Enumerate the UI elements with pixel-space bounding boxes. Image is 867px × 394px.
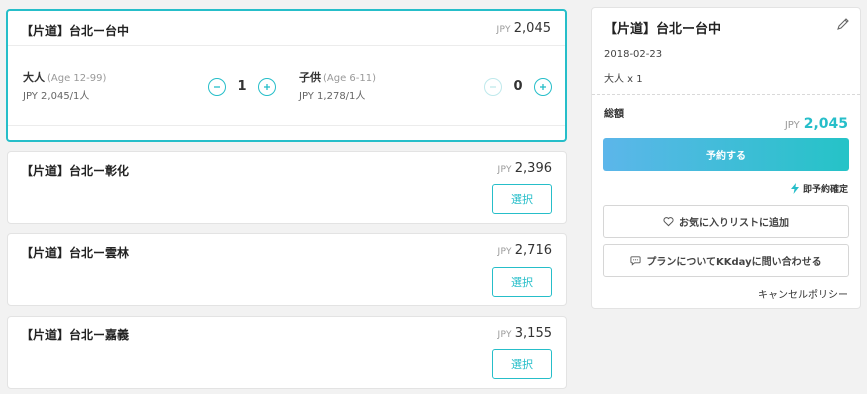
wishlist-button[interactable]: お気に入りリストに追加 xyxy=(603,205,849,238)
total-value: 2,045 xyxy=(803,116,848,132)
option-title: 【片道】台北ー彰化 xyxy=(21,164,130,178)
total-label: 総額 xyxy=(604,109,624,120)
adult-quantity: 1 xyxy=(237,79,247,94)
minus-circle-icon xyxy=(214,86,220,88)
option-title: 【片道】台北ー台中 xyxy=(21,24,130,38)
lightning-icon xyxy=(790,183,799,194)
option-title: 【片道】台北ー嘉義 xyxy=(21,328,130,342)
currency-label: JPY xyxy=(497,247,512,257)
child-quantity: 0 xyxy=(513,79,523,94)
contact-button[interactable]: プランについてKKdayに問い合わせる xyxy=(603,244,849,277)
chat-icon xyxy=(630,256,641,266)
divider xyxy=(8,125,565,126)
price-value: 2,045 xyxy=(513,21,551,36)
booking-summary-panel: 【片道】台北ー台中 2018-02-23 大人 x 1 総額 JPY 2,045 … xyxy=(591,7,861,309)
instant-confirm-badge: 即予約確定 xyxy=(790,182,848,195)
currency-label: JPY xyxy=(784,120,800,131)
price-value: 2,396 xyxy=(514,161,552,176)
adult-unit-price: JPY 2,045/1人 xyxy=(23,91,90,102)
instant-confirm-label: 即予約確定 xyxy=(802,185,848,195)
currency-label: JPY xyxy=(496,25,511,35)
plus-circle-icon xyxy=(264,84,270,90)
minus-circle-icon xyxy=(490,86,496,88)
currency-label: JPY xyxy=(497,330,512,340)
option-card-yunlin: 【片道】台北ー雲林 JPY 2,716 選択 xyxy=(7,233,567,306)
heart-icon xyxy=(663,217,674,227)
option-card-chiayi: 【片道】台北ー嘉義 JPY 3,155 選択 xyxy=(7,316,567,389)
divider xyxy=(8,45,565,46)
option-title: 【片道】台北ー雲林 xyxy=(21,246,130,260)
total-price: JPY 2,045 xyxy=(785,116,848,132)
contact-label: プランについてKKdayに問い合わせる xyxy=(646,257,822,268)
child-label-text: 子供 xyxy=(299,71,321,84)
summary-title: 【片道】台北ー台中 xyxy=(604,22,722,37)
divider xyxy=(592,94,860,95)
option-price: JPY 2,716 xyxy=(497,243,552,258)
currency-label: JPY xyxy=(497,165,512,175)
option-price: JPY 2,396 xyxy=(497,161,552,176)
child-age: (Age 6-11) xyxy=(323,73,377,84)
pencil-icon[interactable] xyxy=(836,16,850,30)
adult-plus-button[interactable] xyxy=(258,78,276,96)
child-label: 子供 (Age 6-11) xyxy=(299,69,376,85)
wishlist-label: お気に入りリストに追加 xyxy=(679,218,789,229)
plus-circle-icon xyxy=(540,84,546,90)
adult-label: 大人 (Age 12-99) xyxy=(23,69,106,85)
price-value: 2,716 xyxy=(514,243,552,258)
option-card-taichung[interactable]: 【片道】台北ー台中 JPY 2,045 大人 (Age 12-99) JPY 2,0… xyxy=(6,9,567,142)
child-minus-button[interactable] xyxy=(484,78,502,96)
select-button[interactable]: 選択 xyxy=(492,267,552,297)
adult-label-text: 大人 xyxy=(23,71,45,84)
adult-age: (Age 12-99) xyxy=(47,73,107,84)
option-card-changhua: 【片道】台北ー彰化 JPY 2,396 選択 xyxy=(7,151,567,224)
child-plus-button[interactable] xyxy=(534,78,552,96)
select-button[interactable]: 選択 xyxy=(492,349,552,379)
child-unit-price: JPY 1,278/1人 xyxy=(299,91,366,102)
summary-date: 2018-02-23 xyxy=(604,49,663,60)
cancel-policy-link[interactable]: キャンセルポリシー xyxy=(758,286,848,301)
select-button[interactable]: 選択 xyxy=(492,184,552,214)
book-button[interactable]: 予約する xyxy=(603,138,849,171)
option-price: JPY 3,155 xyxy=(497,326,552,341)
adult-minus-button[interactable] xyxy=(208,78,226,96)
summary-pax: 大人 x 1 xyxy=(604,74,643,85)
option-price: JPY 2,045 xyxy=(496,21,551,36)
price-value: 3,155 xyxy=(514,326,552,341)
